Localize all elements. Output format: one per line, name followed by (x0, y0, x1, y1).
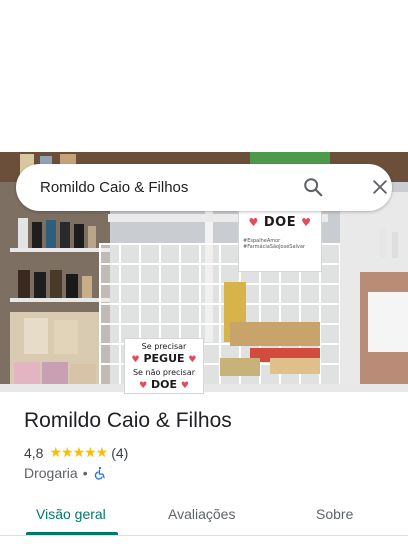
doe-sign: ♥ DOE ♥ #EspalheAmor #FarmáciaSãoJoséSal… (238, 208, 322, 272)
separator-dot: • (82, 465, 88, 481)
pegue-sign-line: DOE (151, 378, 177, 391)
heart-icon: ♥ (139, 381, 148, 391)
heart-icon: ♥ (180, 381, 189, 391)
close-icon[interactable] (370, 177, 390, 197)
tabs-divider (0, 535, 408, 536)
heart-icon: ♥ (301, 216, 312, 229)
heart-icon: ♥ (131, 355, 140, 365)
tab-about[interactable]: Sobre (316, 506, 353, 522)
category-label[interactable]: Drogaria (24, 465, 78, 481)
tab-overview[interactable]: Visão geral (36, 506, 106, 522)
place-tabs: Visão geral Avaliações Sobre (0, 494, 408, 536)
top-blank-area (0, 0, 408, 152)
pegue-sign-line: Se precisar (141, 342, 187, 351)
doe-sign-text: DOE (263, 215, 297, 230)
review-count[interactable]: (4) (111, 445, 128, 461)
pegue-sign: Se precisar ♥ PEGUE ♥ Se não precisar ♥ … (124, 338, 204, 394)
category-row: Drogaria • (24, 465, 107, 481)
heart-icon: ♥ (188, 355, 197, 365)
pegue-sign-line: PEGUE (143, 352, 185, 365)
search-bar[interactable]: Romildo Caio & Filhos (16, 164, 392, 211)
place-title: Romildo Caio & Filhos (24, 409, 232, 432)
star-rating-icon: ★★★★★ (49, 444, 108, 460)
wheelchair-accessible-icon (94, 466, 105, 480)
search-query[interactable]: Romildo Caio & Filhos (40, 179, 188, 196)
tab-reviews[interactable]: Avaliações (168, 506, 235, 522)
rating-row[interactable]: 4,8 ★★★★★ (4) (24, 444, 128, 461)
hashtag-line: #FarmáciaSãoJoséSalvar (243, 244, 305, 250)
heart-icon: ♥ (248, 216, 259, 229)
search-icon[interactable] (302, 176, 324, 198)
pegue-sign-line: Se não precisar (132, 368, 196, 377)
rating-value: 4,8 (24, 444, 44, 461)
